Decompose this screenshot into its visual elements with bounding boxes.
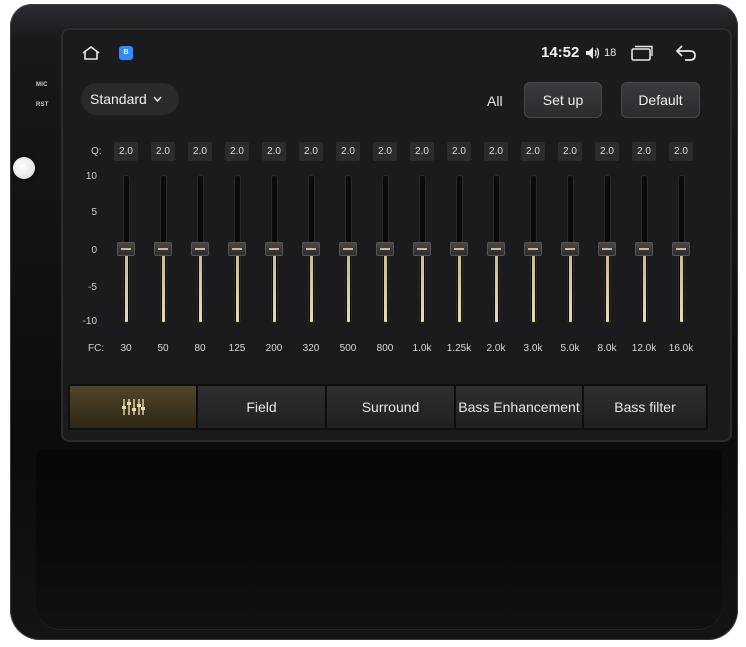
fc-value-label: 16.0k <box>668 343 694 354</box>
eq-slider-fill <box>199 249 202 322</box>
tab-bar: Field Surround Bass Enhancement Bass fil… <box>68 384 708 430</box>
q-value-chip[interactable]: 2.0 <box>262 142 286 161</box>
volume-icon[interactable] <box>585 46 601 60</box>
eq-slider-fill <box>680 249 683 322</box>
eq-slider-knob[interactable] <box>672 242 690 256</box>
q-axis-label: Q: <box>91 146 102 157</box>
eq-slider-knob[interactable] <box>265 242 283 256</box>
q-value-chip[interactable]: 2.0 <box>521 142 545 161</box>
q-value-chip[interactable]: 2.0 <box>299 142 323 161</box>
fc-value-label: 3.0k <box>523 343 543 354</box>
q-value-chip[interactable]: 2.0 <box>225 142 249 161</box>
fc-value-label: 5.0k <box>560 343 580 354</box>
clock: 14:52 <box>541 44 580 61</box>
q-value-chip[interactable]: 2.0 <box>336 142 360 161</box>
tab-bass-enhancement[interactable]: Bass Enhancement <box>456 386 582 428</box>
db-scale-label: -10 <box>82 316 97 327</box>
db-scale-label: 5 <box>91 207 97 218</box>
db-scale-label: 0 <box>91 245 97 256</box>
eq-slider-fill <box>273 249 276 322</box>
fc-value-label: 12.0k <box>631 343 657 354</box>
q-value-chip[interactable]: 2.0 <box>188 142 212 161</box>
volume-level: 18 <box>604 47 617 59</box>
eq-slider-fill <box>347 249 350 322</box>
tab-bass-filter[interactable]: Bass filter <box>584 386 706 428</box>
preset-label: Standard <box>90 91 147 107</box>
tab-surround[interactable]: Surround <box>327 386 454 428</box>
fc-axis-label: FC: <box>88 343 105 354</box>
status-bar: B 14:52 18 <box>63 30 730 76</box>
q-value-chip[interactable]: 2.0 <box>114 142 138 161</box>
eq-slider-knob[interactable] <box>598 242 616 256</box>
db-scale-label: -5 <box>88 282 97 293</box>
eq-slider-fill <box>643 249 646 322</box>
side-drawer-handle[interactable] <box>13 157 35 179</box>
q-value-chip[interactable]: 2.0 <box>632 142 656 161</box>
eq-slider-fill <box>569 249 572 322</box>
q-value-chip[interactable]: 2.0 <box>558 142 582 161</box>
eq-slider-knob[interactable] <box>635 242 653 256</box>
recent-apps-icon[interactable] <box>630 45 654 61</box>
eq-slider-knob[interactable] <box>413 242 431 256</box>
eq-slider-fill <box>532 249 535 322</box>
q-value-chip[interactable]: 2.0 <box>410 142 434 161</box>
fc-value-label: 200 <box>265 343 283 354</box>
fc-value-label: 125 <box>228 343 246 354</box>
tab-field[interactable]: Field <box>198 386 325 428</box>
equalizer-icon <box>122 399 145 415</box>
default-button[interactable]: Default <box>621 82 700 118</box>
fc-value-label: 30 <box>120 343 132 354</box>
fc-value-label: 8.0k <box>597 343 617 354</box>
db-scale-label: 10 <box>85 171 97 182</box>
fc-value-label: 2.0k <box>486 343 506 354</box>
mic-label: MIC <box>36 82 48 88</box>
back-icon[interactable] <box>675 44 697 62</box>
eq-slider-fill <box>606 249 609 322</box>
fc-value-label: 500 <box>339 343 357 354</box>
app-icon[interactable]: B <box>119 46 133 60</box>
chevron-down-icon <box>153 96 162 102</box>
eq-slider-knob[interactable] <box>117 242 135 256</box>
head-unit-frame: MIC RST B 14:52 18 Standard All Set up D… <box>10 4 738 640</box>
q-value-chip[interactable]: 2.0 <box>447 142 471 161</box>
eq-slider-fill <box>458 249 461 322</box>
eq-slider-knob[interactable] <box>487 242 505 256</box>
fc-value-label: 800 <box>376 343 394 354</box>
reset-label[interactable]: RST <box>36 102 49 108</box>
fc-value-label: 80 <box>194 343 206 354</box>
eq-slider-fill <box>236 249 239 322</box>
eq-slider-fill <box>125 249 128 322</box>
preset-dropdown[interactable]: Standard <box>81 83 179 115</box>
eq-slider-fill <box>495 249 498 322</box>
eq-slider-fill <box>310 249 313 322</box>
eq-slider-fill <box>162 249 165 322</box>
device-lower-panel <box>36 450 722 630</box>
fc-value-label: 1.0k <box>412 343 432 354</box>
eq-slider-knob[interactable] <box>339 242 357 256</box>
q-value-chip[interactable]: 2.0 <box>669 142 693 161</box>
eq-slider-knob[interactable] <box>228 242 246 256</box>
tab-equalizer[interactable] <box>70 386 196 428</box>
q-value-chip[interactable]: 2.0 <box>373 142 397 161</box>
q-value-chip[interactable]: 2.0 <box>484 142 508 161</box>
q-value-chip[interactable]: 2.0 <box>595 142 619 161</box>
eq-slider-knob[interactable] <box>376 242 394 256</box>
eq-slider-fill <box>421 249 424 322</box>
eq-slider-knob[interactable] <box>561 242 579 256</box>
fc-value-label: 320 <box>302 343 320 354</box>
eq-slider-knob[interactable] <box>191 242 209 256</box>
setup-button[interactable]: Set up <box>524 82 602 118</box>
screen: B 14:52 18 Standard All Set up Default Q… <box>63 30 730 440</box>
eq-slider-knob[interactable] <box>524 242 542 256</box>
fc-value-label: 1.25k <box>446 343 472 354</box>
eq-slider-knob[interactable] <box>154 242 172 256</box>
fc-value-label: 50 <box>157 343 169 354</box>
q-value-chip[interactable]: 2.0 <box>151 142 175 161</box>
eq-slider-knob[interactable] <box>302 242 320 256</box>
eq-slider-knob[interactable] <box>450 242 468 256</box>
home-icon[interactable] <box>81 46 101 60</box>
all-toggle[interactable]: All <box>487 93 503 109</box>
eq-slider-fill <box>384 249 387 322</box>
